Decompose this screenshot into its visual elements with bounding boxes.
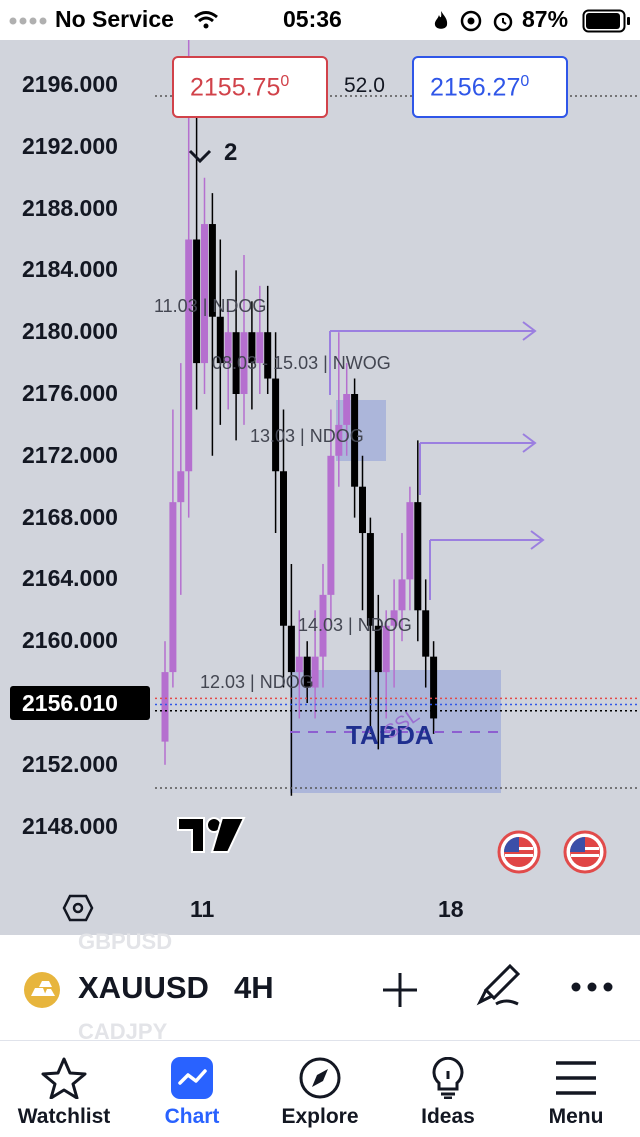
candlestick-chart[interactable] xyxy=(0,40,640,935)
tab-explore[interactable]: Explore xyxy=(256,1041,384,1137)
us-flag-icon[interactable] xyxy=(497,830,541,874)
candle-body xyxy=(169,502,177,673)
tab-chart[interactable]: Chart xyxy=(128,1041,256,1137)
more-options-icon[interactable] xyxy=(570,980,614,994)
battery-icon xyxy=(582,9,630,33)
status-bar: No Service 05:36 87% xyxy=(0,0,640,40)
price-axis-label: 2184.000 xyxy=(22,256,118,283)
candle-body xyxy=(161,672,169,742)
price-axis-label: 2152.000 xyxy=(22,750,118,777)
plus-icon[interactable] xyxy=(380,970,420,1010)
interval-label[interactable]: 4H xyxy=(234,970,274,1006)
brush-icon[interactable] xyxy=(474,962,522,1010)
price-axis-label: 2148.000 xyxy=(22,812,118,839)
bars-back-count: 2 xyxy=(224,139,238,166)
annotation-ndog-12: 12.03 | NDOG xyxy=(200,672,314,692)
tab-chart-label: Chart xyxy=(164,1105,220,1128)
annotation-ndog-14: 14.03 | NDOG xyxy=(298,615,412,635)
ask-box[interactable]: 2156.270 xyxy=(412,56,568,118)
ask-price: 2156.27 xyxy=(430,73,521,102)
menu-icon xyxy=(556,1061,596,1095)
spread-value: 52.0 xyxy=(344,74,385,97)
ask-sup: 0 xyxy=(520,73,530,90)
candle-body xyxy=(343,394,351,425)
price-axis-label: 2192.000 xyxy=(22,132,118,159)
tab-ideas-label: Ideas xyxy=(421,1105,475,1128)
symbol-toolbar: XAUUSD 4H xyxy=(0,950,640,1030)
price-axis-label: 2176.000 xyxy=(22,380,118,406)
carrier-text: No Service xyxy=(55,6,174,32)
price-axis-label: 2164.000 xyxy=(22,565,118,592)
candle-body xyxy=(366,533,374,626)
lightbulb-icon xyxy=(432,1057,464,1099)
tab-watchlist[interactable]: Watchlist xyxy=(0,1041,128,1137)
collapse-indicator[interactable]: 2 xyxy=(186,138,246,172)
battery-percent: 87% xyxy=(522,6,569,32)
candle-body xyxy=(406,502,414,580)
candle-body xyxy=(280,471,287,626)
time-label-11: 11 xyxy=(190,896,215,922)
hexagon-settings-icon[interactable] xyxy=(62,894,94,922)
chart-icon xyxy=(171,1057,213,1099)
price-axis-label: 2196.000 xyxy=(22,71,118,97)
time-label-18: 18 xyxy=(438,896,464,922)
bottom-tab-bar: Watchlist Chart Explore Ideas Menu xyxy=(0,1040,640,1137)
candle-body xyxy=(359,486,366,534)
us-flag-icon[interactable] xyxy=(563,830,607,874)
chart-area[interactable]: 2196.000 2192.000 2188.000 2184.000 2180.000… xyxy=(0,40,640,935)
price-axis-label: 2180.000 xyxy=(22,318,118,345)
chevron-down-icon xyxy=(188,149,212,164)
bid-box[interactable]: 2155.750 xyxy=(172,56,328,118)
candle-body xyxy=(287,625,295,673)
annotation-ndog-11: 11.03 | NDOG xyxy=(154,296,267,316)
price-axis-label: 2160.000 xyxy=(22,627,118,654)
signal-icon xyxy=(9,17,47,25)
tab-ideas[interactable]: Ideas xyxy=(384,1041,512,1137)
candle-body xyxy=(398,579,406,611)
candle-body xyxy=(272,378,280,472)
gold-icon xyxy=(24,972,60,1008)
tab-menu[interactable]: Menu xyxy=(512,1041,640,1137)
candle-body xyxy=(295,656,303,673)
current-price-tag: 2156.010 xyxy=(10,686,150,720)
time-text: 05:36 xyxy=(283,6,342,32)
annotation-nwog: 08.03 - 15.03 | NWOG xyxy=(212,353,391,373)
tab-watchlist-label: Watchlist xyxy=(17,1105,111,1128)
compass-icon xyxy=(299,1057,341,1099)
star-icon xyxy=(41,1057,87,1099)
annotation-ndog-13: 13.03 | NDOG xyxy=(250,426,364,446)
candle-body xyxy=(422,610,430,657)
bid-price: 2155.75 xyxy=(190,73,281,102)
candle-body xyxy=(185,239,193,472)
candle-body xyxy=(201,224,208,364)
current-price-value: 2156.010 xyxy=(22,690,118,716)
candle-body xyxy=(177,471,185,503)
price-axis-label: 2188.000 xyxy=(22,194,118,221)
tab-menu-label: Menu xyxy=(548,1105,604,1128)
flame-icon xyxy=(434,11,448,29)
alarm-icon xyxy=(493,12,513,32)
candle-body xyxy=(430,656,438,719)
price-axis-label: 2172.000 xyxy=(22,441,118,468)
tab-explore-label: Explore xyxy=(281,1105,359,1128)
candle-body xyxy=(327,455,335,595)
at-icon xyxy=(460,10,482,32)
wifi-icon xyxy=(194,11,218,29)
bid-sup: 0 xyxy=(280,73,290,90)
candle-body xyxy=(414,502,422,611)
tradingview-logo xyxy=(177,817,246,853)
price-axis-label: 2168.000 xyxy=(22,503,118,530)
symbol-name[interactable]: XAUUSD xyxy=(78,970,209,1006)
